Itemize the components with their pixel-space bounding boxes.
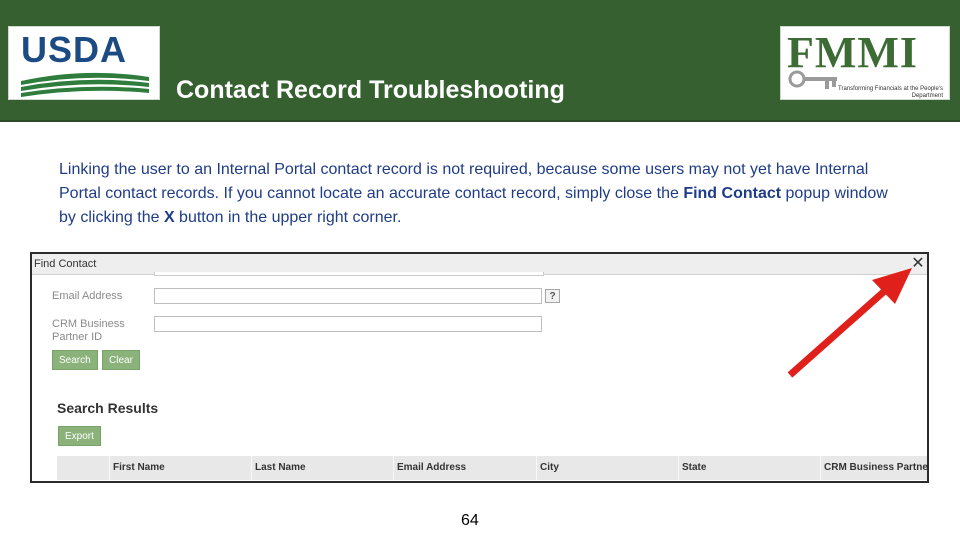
red-arrow-annotation <box>787 268 912 378</box>
page-number: 64 <box>461 512 479 529</box>
